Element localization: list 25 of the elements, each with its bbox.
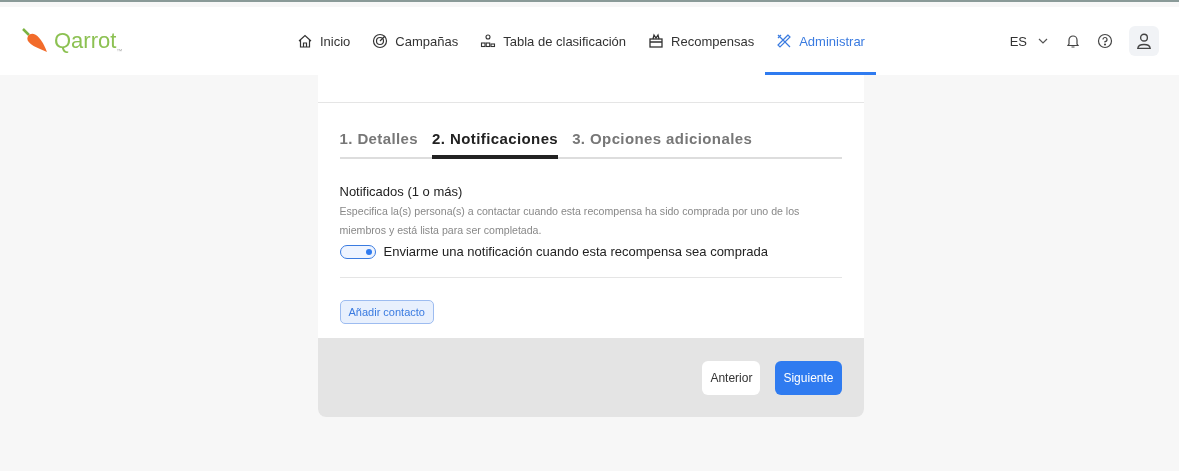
home-icon <box>297 33 313 49</box>
language-dropdown[interactable]: ES <box>1009 33 1049 49</box>
user-icon <box>1135 32 1153 50</box>
step-tab[interactable]: 1. Detalles <box>339 130 419 159</box>
help-icon[interactable] <box>1097 33 1113 49</box>
user-profile-button[interactable] <box>1129 26 1159 56</box>
tools-icon <box>776 33 793 49</box>
nav-tab[interactable]: Recompensas <box>637 7 766 75</box>
nav-tab[interactable]: Tabla de clasificación <box>469 7 638 75</box>
notification-bell-icon[interactable] <box>1065 33 1081 49</box>
section-title: Notificados (1 o más) <box>339 184 464 199</box>
target-icon <box>372 33 389 49</box>
previous-button[interactable]: Anterior <box>702 360 761 395</box>
section-description: Especifica la(s) persona(s) a contactar cuando esta recompensa ha sido comprada por uno de los miembros y está lista para ser completada. <box>339 204 801 238</box>
notification-toggle[interactable] <box>339 244 376 259</box>
step-tab[interactable]: 3. Opciones adicionales <box>572 130 753 159</box>
ranking-icon <box>480 33 497 49</box>
next-button[interactable]: Siguiente <box>775 360 842 395</box>
nav-tab[interactable]: Campañas <box>361 7 470 75</box>
logo-text: Qarrot <box>54 28 117 54</box>
gift-icon <box>648 33 665 49</box>
toggle-label: Enviarme una notificación cuando esta recompensa sea comprada <box>383 244 768 259</box>
nav-tab[interactable]: Inicio <box>286 7 362 75</box>
step-tab[interactable]: 2. Notificaciones <box>432 130 559 159</box>
add-contact-button[interactable]: Añadir contacto <box>339 300 434 324</box>
